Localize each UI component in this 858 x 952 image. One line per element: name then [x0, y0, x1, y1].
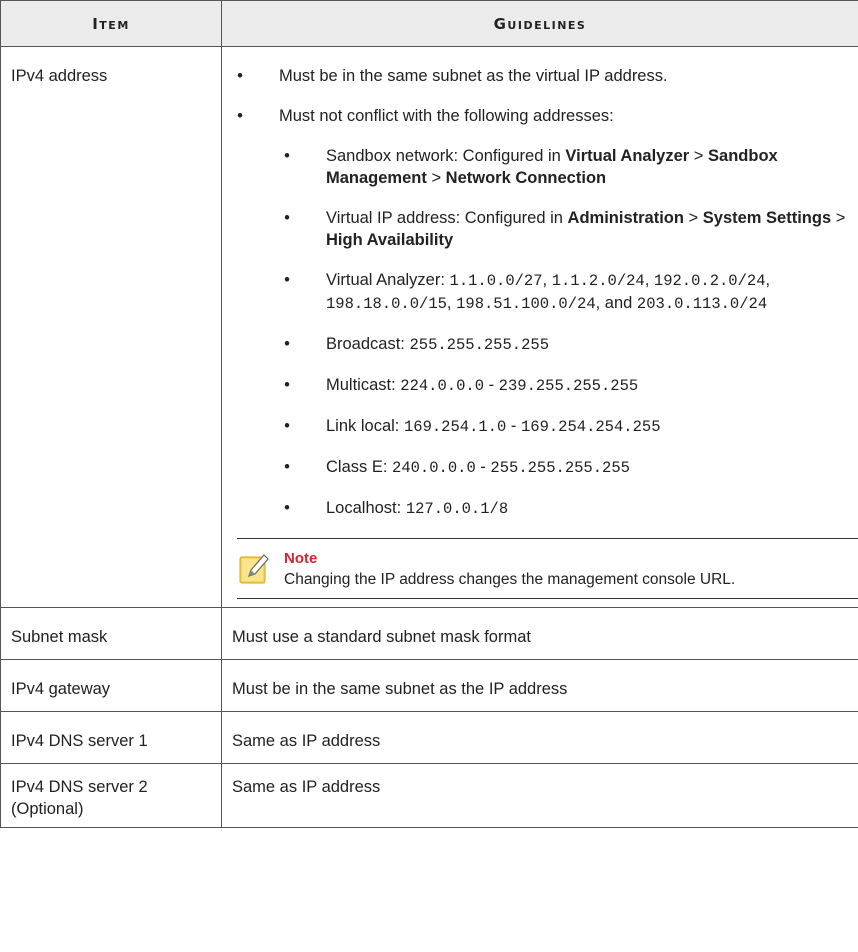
range-dash: - [506, 417, 521, 435]
path-separator: > [689, 147, 709, 165]
bullet-icon: • [284, 147, 290, 165]
menu-path-network-connection: Network Connection [445, 169, 607, 187]
network-address: 192.0.2.0/24 [653, 272, 766, 290]
list-item-text: Must not conflict with the following add… [279, 107, 614, 125]
menu-path-system-settings: System Settings [702, 209, 832, 227]
item-label: IPv4 address [11, 67, 108, 85]
menu-path-virtual-analyzer: Virtual Analyzer [565, 147, 690, 165]
range-dash: - [484, 376, 499, 394]
item-cell: IPv4 DNS server 2 (Optional) [0, 763, 222, 828]
bullet-icon: • [284, 209, 290, 227]
document-page: Item Guidelines IPv4 address • Must be in… [0, 0, 858, 828]
guidelines-cell: Same as IP address [221, 763, 858, 828]
bullet-icon: • [284, 417, 290, 435]
conjunction: and [604, 294, 637, 312]
localhost-address: 127.0.0.1/8 [405, 500, 509, 518]
range-end: 169.254.254.255 [520, 418, 661, 436]
item-label-optional: (Optional) [11, 800, 84, 818]
multicast-label: Multicast: [326, 376, 401, 394]
menu-path-high-availability: High Availability [326, 231, 454, 249]
menu-path-administration: Administration [567, 209, 684, 227]
sandbox-prefix: Sandbox network: Configured in [326, 147, 566, 165]
localhost-label: Localhost: [326, 499, 406, 517]
range-end: 255.255.255.255 [490, 459, 630, 477]
list-item: • Class E: 240.0.0.0 - 255.255.255.255 [279, 456, 858, 479]
item-label: IPv4 gateway [11, 680, 111, 698]
list-item: • Virtual IP address: Configured in Admin… [279, 207, 858, 251]
settings-table: Item Guidelines IPv4 address • Must be in… [0, 0, 858, 828]
note-pencil-icon [239, 554, 269, 584]
bullet-icon: • [284, 335, 290, 353]
note-box: Note Changing the IP address changes the… [237, 538, 858, 599]
bullet-icon: • [284, 458, 290, 476]
list-item: • Multicast: 224.0.0.0 - 239.255.255.255 [279, 374, 858, 397]
table-row: IPv4 DNS server 1 Same as IP address [0, 711, 858, 764]
note-title: Note [284, 550, 318, 567]
item-label: IPv4 DNS server 1 [11, 732, 148, 750]
item-label: Subnet mask [11, 628, 108, 646]
bullet-icon: • [237, 67, 243, 85]
list-item: • Must be in the same subnet as the virtu… [232, 65, 858, 87]
list-item: • Localhost: 127.0.0.1/8 [279, 497, 858, 520]
linklocal-label: Link local: [326, 417, 404, 435]
table-row: Subnet mask Must use a standard subnet m… [0, 607, 858, 660]
guideline-text: Must be in the same subnet as the IP add… [232, 680, 568, 698]
guidelines-cell: Must be in the same subnet as the IP add… [221, 659, 858, 712]
network-address: 198.51.100.0/24 [456, 295, 596, 313]
network-address: 203.0.113.0/24 [636, 295, 768, 313]
list-item: • Must not conflict with the following ad… [232, 105, 858, 127]
list-item: • Broadcast: 255.255.255.255 [279, 333, 858, 356]
bullet-icon: • [237, 107, 243, 125]
list-item: • Sandbox network: Configured in Virtual … [279, 145, 858, 189]
guideline-text: Same as IP address [232, 778, 381, 796]
range-start: 224.0.0.0 [400, 377, 484, 395]
path-separator: > [426, 169, 446, 187]
network-address: 1.1.2.0/24 [551, 272, 645, 290]
path-separator: > [831, 209, 846, 227]
classe-label: Class E: [326, 458, 393, 476]
vip-prefix: Virtual IP address: Configured in [326, 209, 568, 227]
item-label: IPv4 DNS server 2 [11, 778, 148, 796]
guidelines-cell: Same as IP address [221, 711, 858, 764]
header-guidelines: Guidelines [221, 0, 858, 47]
table-header-row: Item Guidelines [0, 0, 858, 47]
list-item-text: Must be in the same subnet as the virtua… [279, 67, 668, 85]
list-item: • Link local: 169.254.1.0 - 169.254.254.2… [279, 415, 858, 438]
path-separator: > [683, 209, 703, 227]
broadcast-address: 255.255.255.255 [409, 336, 549, 354]
guideline-text: Must use a standard subnet mask format [232, 628, 531, 646]
note-text: Changing the IP address changes the mana… [284, 571, 736, 588]
table-row: IPv4 address • Must be in the same subnet… [0, 46, 858, 608]
network-address: 1.1.0.0/27 [449, 272, 543, 290]
guidelines-cell: • Must be in the same subnet as the virtu… [221, 46, 858, 608]
header-item-text: Item [92, 14, 130, 33]
range-start: 240.0.0.0 [392, 459, 476, 477]
table-row: IPv4 gateway Must be in the same subnet … [0, 659, 858, 712]
range-start: 169.254.1.0 [403, 418, 507, 436]
item-cell: IPv4 DNS server 1 [0, 711, 222, 764]
broadcast-label: Broadcast: [326, 335, 410, 353]
va-prefix: Virtual Analyzer: [326, 271, 450, 289]
guidelines-cell: Must use a standard subnet mask format [221, 607, 858, 660]
header-item: Item [0, 0, 222, 47]
list-item: • Virtual Analyzer: 1.1.0.0/27, 1.1.2.0/2… [279, 269, 858, 315]
bullet-icon: • [284, 499, 290, 517]
header-guidelines-text: Guidelines [493, 14, 587, 33]
network-address: 198.18.0.0/15 [326, 295, 447, 313]
table-row: IPv4 DNS server 2 (Optional) Same as IP a… [0, 763, 858, 828]
item-cell: IPv4 address [0, 46, 222, 608]
bullet-icon: • [284, 271, 290, 289]
item-cell: IPv4 gateway [0, 659, 222, 712]
range-dash: - [475, 458, 491, 476]
guideline-text: Same as IP address [232, 732, 381, 750]
item-cell: Subnet mask [0, 607, 222, 660]
range-end: 239.255.255.255 [498, 377, 639, 395]
bullet-icon: • [284, 376, 290, 394]
